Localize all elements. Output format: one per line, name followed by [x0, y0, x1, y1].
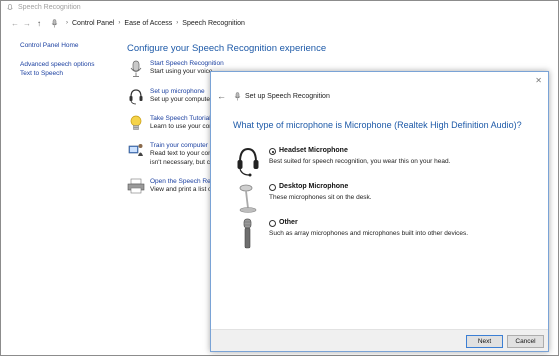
dialog-header: ← Set up Speech Recognition	[217, 91, 330, 101]
desktop-microphone-option[interactable]: Desktop Microphone These microphones sit…	[235, 182, 535, 216]
take-speech-tutorial-link[interactable]: Take Speech Tutorial	[150, 115, 218, 122]
lightbulb-icon	[127, 115, 145, 133]
printer-icon	[127, 178, 145, 196]
tool-description: isn't necessary, but ca	[150, 159, 214, 166]
dialog-question: What type of microphone is Microphone (R…	[233, 120, 522, 130]
breadcrumb-speech-recognition[interactable]: Speech Recognition	[182, 20, 245, 27]
microphone-icon	[127, 60, 145, 78]
page-title: Configure your Speech Recognition experi…	[127, 43, 327, 54]
next-button[interactable]: Next	[466, 335, 503, 348]
person-at-computer-icon	[127, 142, 145, 160]
advanced-speech-options-link[interactable]: Advanced speech options	[20, 61, 120, 68]
breadcrumb-ease-of-access[interactable]: Ease of Access	[124, 20, 172, 27]
breadcrumb-separator-icon: ›	[118, 20, 121, 26]
tool-description: Learn to use your comp	[150, 123, 219, 130]
train-your-computer-link[interactable]: Train your computer	[150, 142, 214, 149]
tool-description: Set up your compute	[150, 96, 210, 103]
option-description: These microphones sit on the desk.	[269, 194, 372, 201]
left-navigation: Control Panel Home Advanced speech optio…	[20, 42, 120, 79]
option-label: Headset Microphone	[279, 147, 348, 154]
train-your-computer-item: Train your computer Read text to your co…	[127, 142, 214, 167]
headset-icon	[127, 88, 145, 106]
breadcrumb-control-panel[interactable]: Control Panel	[72, 20, 114, 27]
up-arrow-icon[interactable]: ↑	[33, 19, 45, 28]
address-bar: ← → ↑ › Control Panel › Ease of Access ›…	[1, 15, 558, 31]
take-speech-tutorial-item: Take Speech Tutorial Learn to use your c…	[127, 115, 218, 133]
setup-speech-recognition-dialog: ✕ ← Set up Speech Recognition What type …	[210, 71, 549, 352]
main-content: Configure your Speech Recognition experi…	[127, 43, 547, 194]
headset-radio[interactable]	[269, 148, 276, 155]
breadcrumb-separator-icon: ›	[176, 20, 179, 26]
back-arrow-icon[interactable]: ←	[9, 19, 21, 28]
cancel-button[interactable]: Cancel	[507, 335, 544, 348]
speech-recognition-icon	[6, 3, 14, 12]
start-speech-recognition-link[interactable]: Start Speech Recognition	[150, 60, 224, 67]
desktop-radio[interactable]	[269, 184, 276, 191]
dialog-title: Set up Speech Recognition	[245, 92, 330, 100]
option-description: Such as array microphones and microphone…	[269, 230, 469, 237]
set-up-microphone-link[interactable]: Set up microphone	[150, 88, 210, 95]
option-label: Desktop Microphone	[279, 183, 349, 190]
handheld-microphone-icon	[235, 218, 261, 254]
microphone-icon	[51, 18, 58, 28]
tool-description: View and print a list o	[150, 186, 212, 193]
control-panel-home-link[interactable]: Control Panel Home	[20, 42, 120, 49]
open-speech-reference-link[interactable]: Open the Speech Refe	[150, 178, 216, 185]
window-title: Speech Recognition	[18, 4, 81, 11]
set-up-microphone-item: Set up microphone Set up your compute	[127, 88, 210, 106]
desktop-microphone-icon	[235, 182, 261, 218]
headset-microphone-option[interactable]: Headset Microphone Best suited for speec…	[235, 146, 535, 180]
other-microphone-option[interactable]: Other Such as array microphones and micr…	[235, 218, 535, 252]
breadcrumb-separator-icon: ›	[66, 20, 68, 26]
option-description: Best suited for speech recognition, you …	[269, 158, 451, 165]
close-icon[interactable]: ✕	[535, 76, 542, 85]
forward-arrow-icon[interactable]: →	[21, 19, 33, 28]
control-panel-window: Speech Recognition ← → ↑ › Control Panel…	[0, 0, 559, 356]
dialog-footer: Next Cancel	[211, 329, 548, 351]
tool-description: Read text to your com	[150, 150, 214, 157]
text-to-speech-link[interactable]: Text to Speech	[20, 70, 120, 77]
other-radio[interactable]	[269, 220, 276, 227]
open-speech-reference-item: Open the Speech Refe View and print a li…	[127, 178, 216, 196]
microphone-icon	[234, 91, 241, 101]
headset-icon	[235, 146, 261, 182]
back-arrow-icon[interactable]: ←	[217, 91, 226, 101]
title-bar: Speech Recognition	[1, 1, 558, 14]
option-label: Other	[279, 219, 298, 226]
